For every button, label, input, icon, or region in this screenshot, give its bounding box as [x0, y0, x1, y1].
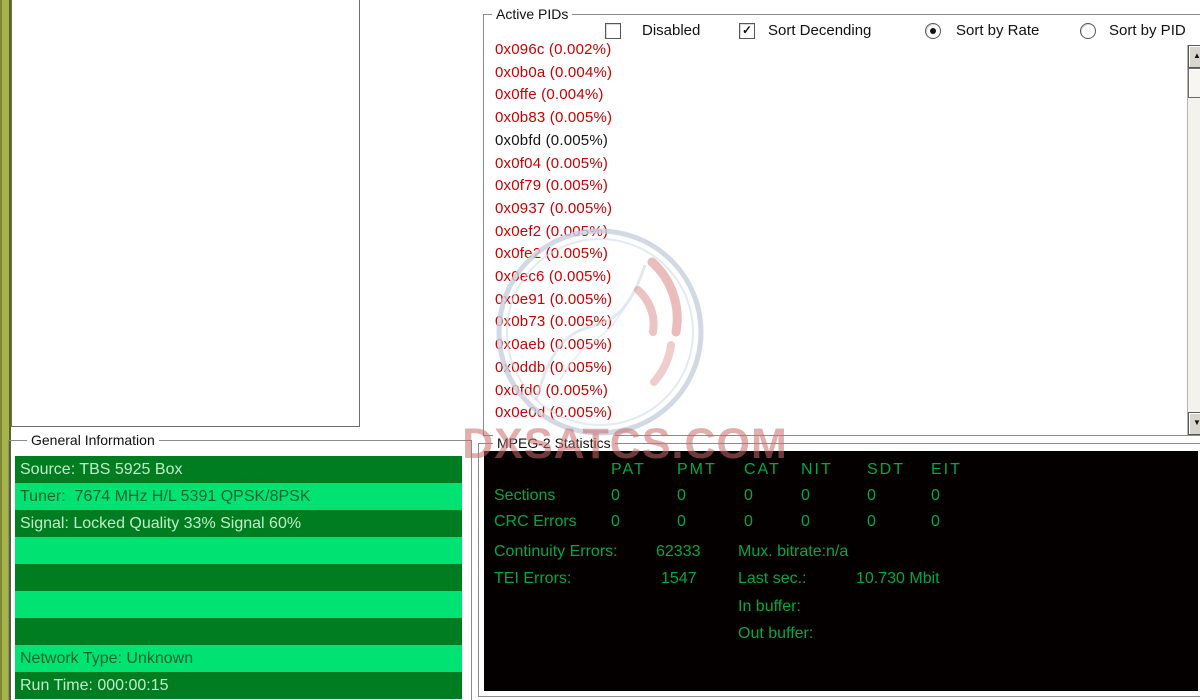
stats-cell: 0 — [931, 509, 991, 535]
pid-list-item[interactable]: 0x0b73 (0.005%) — [495, 311, 1155, 334]
stats-cell — [494, 457, 611, 483]
stats-cell: CRC Errors — [494, 509, 611, 535]
mux-bitrate-label: Mux. bitrate: — [738, 543, 826, 560]
pid-list-item[interactable]: 0x0e91 (0.005%) — [495, 289, 1155, 312]
pid-list-item[interactable]: 0x0ec6 (0.005%) — [495, 266, 1155, 289]
last-sec-value: 10.730 Mbit — [856, 570, 940, 588]
pid-list-item[interactable]: 0x096c (0.002%) — [495, 39, 1155, 62]
mpeg2-stats-panel: PATPMTCATNITSDTEITSections000000CRC Erro… — [484, 451, 1198, 691]
continuity-errors-label: Continuity Errors: — [494, 543, 618, 561]
general-info-row: Source: TBS 5925 Box — [15, 456, 462, 483]
stats-cell: Sections — [494, 483, 611, 509]
pid-list-item[interactable]: 0x0ddb (0.005%) — [495, 357, 1155, 380]
stats-cell: 0 — [867, 509, 931, 535]
stats-cell: 0 — [611, 509, 677, 535]
up-arrow-icon: ▲ — [1193, 51, 1200, 60]
stats-cell: 0 — [867, 483, 931, 509]
pid-list-item[interactable]: 0x0937 (0.005%) — [495, 198, 1155, 221]
general-info-row — [15, 564, 462, 591]
pid-list-scrollbar[interactable]: ▲ ▼ — [1187, 45, 1200, 435]
stats-cell: 0 — [677, 509, 744, 535]
pid-list-item[interactable]: 0x0b83 (0.005%) — [495, 107, 1155, 130]
general-info-row: Network Type: Unknown — [15, 645, 462, 672]
disabled-label: Disabled — [642, 23, 700, 39]
general-info-row — [15, 591, 462, 618]
tei-errors-value: 1547 — [661, 570, 697, 588]
stats-cell: SDT — [867, 457, 931, 483]
pid-list-item[interactable]: 0x0fe2 (0.005%) — [495, 243, 1155, 266]
stats-cell: 0 — [611, 483, 677, 509]
general-info-title: General Information — [27, 432, 159, 448]
general-info-group: General Information Source: TBS 5925 Box… — [8, 440, 472, 700]
general-info-rows: Source: TBS 5925 BoxTuner: 7674 MHz H/L … — [15, 456, 462, 699]
pid-list-item[interactable]: 0x0f04 (0.005%) — [495, 153, 1155, 176]
active-pids-title: Active PIDs — [492, 6, 572, 22]
sort-by-pid-label: Sort by PID — [1109, 23, 1186, 39]
down-arrow-icon: ▼ — [1193, 418, 1200, 427]
sort-by-pid-radio[interactable] — [1080, 23, 1096, 39]
stats-cell: PAT — [611, 457, 677, 483]
general-info-row — [15, 618, 462, 645]
sort-by-rate-label: Sort by Rate — [956, 23, 1039, 39]
disabled-checkbox[interactable] — [605, 23, 621, 39]
mpeg2-sections-table: PATPMTCATNITSDTEITSections000000CRC Erro… — [494, 457, 991, 535]
stats-cell: PMT — [677, 457, 744, 483]
pid-list-item[interactable]: 0x0ffe (0.004%) — [495, 84, 1155, 107]
scrollbar-thumb[interactable] — [1188, 68, 1200, 98]
active-pids-group: Active PIDs Disabled ✓ Sort Decending So… — [483, 14, 1200, 436]
mpeg2-stats-title: MPEG-2 Statistics — [493, 435, 615, 451]
sort-descending-label: Sort Decending — [768, 23, 871, 39]
general-info-row: Signal: Locked Quality 33% Signal 60% — [15, 510, 462, 537]
continuity-errors-value: 62333 — [656, 543, 701, 561]
tei-errors-label: TEI Errors: — [494, 570, 571, 588]
stats-cell: 0 — [744, 483, 801, 509]
pid-list-item[interactable]: 0x0ef2 (0.005%) — [495, 221, 1155, 244]
mux-bitrate: Mux. bitrate:n/a — [738, 543, 848, 561]
in-buffer-label: In buffer: — [738, 598, 801, 616]
mux-bitrate-value: n/a — [826, 543, 848, 560]
general-info-row: Run Time: 000:00:15 — [15, 672, 462, 699]
pid-list: 0x096c (0.002%)0x0b0a (0.004%)0x0ffe (0.… — [495, 39, 1155, 425]
last-sec-label: Last sec.: — [738, 570, 806, 588]
sort-by-rate-radio[interactable] — [925, 23, 941, 39]
stats-cell: 0 — [744, 509, 801, 535]
stats-cell: 0 — [801, 509, 867, 535]
stats-cell: 0 — [677, 483, 744, 509]
stats-cell: CAT — [744, 457, 801, 483]
sort-descending-checkbox[interactable]: ✓ — [739, 23, 755, 39]
app-window: Active PIDs Disabled ✓ Sort Decending So… — [0, 0, 1200, 700]
stats-cell: NIT — [801, 457, 867, 483]
stats-cell: EIT — [931, 457, 991, 483]
stats-cell: 0 — [931, 483, 991, 509]
pid-list-item[interactable]: 0x0aeb (0.005%) — [495, 334, 1155, 357]
stats-cell: 0 — [801, 483, 867, 509]
scrollbar-up-button[interactable]: ▲ — [1188, 45, 1200, 68]
pid-list-item[interactable]: 0x0e0d (0.005%) — [495, 402, 1155, 425]
pid-list-item[interactable]: 0x0bfd (0.005%) — [495, 130, 1155, 153]
mpeg2-stats-group: MPEG-2 Statistics PATPMTCATNITSDTEITSect… — [478, 443, 1200, 697]
general-info-row — [15, 537, 462, 564]
scrollbar-down-button[interactable]: ▼ — [1188, 412, 1200, 435]
empty-list-panel[interactable] — [11, 0, 360, 427]
pid-list-item[interactable]: 0x0f79 (0.005%) — [495, 175, 1155, 198]
pid-list-item[interactable]: 0x0fd0 (0.005%) — [495, 380, 1155, 403]
general-info-row: Tuner: 7674 MHz H/L 5391 QPSK/8PSK — [15, 483, 462, 510]
pid-list-item[interactable]: 0x0b0a (0.004%) — [495, 62, 1155, 85]
out-buffer-label: Out buffer: — [738, 625, 813, 643]
